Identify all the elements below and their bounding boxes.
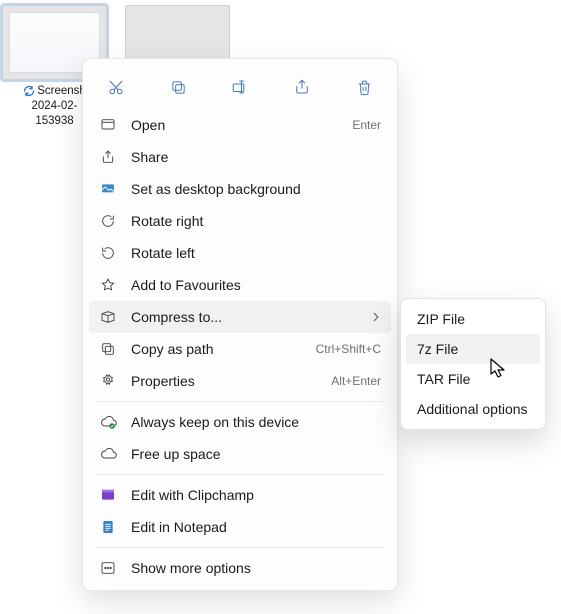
separator xyxy=(95,474,385,475)
menu-rotate-right[interactable]: Rotate right xyxy=(89,205,391,237)
context-toolbar xyxy=(89,65,391,109)
compress-icon xyxy=(99,308,117,326)
menu-shortcut: Alt+Enter xyxy=(331,374,381,388)
menu-add-favourite[interactable]: Add to Favourites xyxy=(89,269,391,301)
share-icon xyxy=(99,148,117,166)
menu-label: Share xyxy=(131,149,381,165)
menu-label: Always keep on this device xyxy=(131,414,381,430)
menu-set-wallpaper[interactable]: Set as desktop background xyxy=(89,173,391,205)
menu-label: Copy as path xyxy=(131,341,302,357)
menu-shortcut: Ctrl+Shift+C xyxy=(316,342,381,356)
properties-icon xyxy=(99,372,117,390)
menu-rotate-left[interactable]: Rotate left xyxy=(89,237,391,269)
separator xyxy=(95,401,385,402)
rotate-right-icon xyxy=(99,212,117,230)
notepad-icon xyxy=(99,518,117,536)
menu-label: Show more options xyxy=(131,560,381,576)
menu-label: Free up space xyxy=(131,446,381,462)
star-icon xyxy=(99,276,117,294)
context-menu: Open Enter Share Set as desktop backgrou… xyxy=(82,58,398,591)
cloud-icon xyxy=(99,445,117,463)
cut-button[interactable] xyxy=(98,73,134,101)
submenu-label: Additional options xyxy=(417,401,528,417)
submenu-zip[interactable]: ZIP File xyxy=(406,304,540,334)
menu-open[interactable]: Open Enter xyxy=(89,109,391,141)
share-button[interactable] xyxy=(284,73,320,101)
more-options-icon xyxy=(99,559,117,577)
submenu-label: TAR File xyxy=(417,371,470,387)
file-label: Screensh 2024-02- 153938 xyxy=(23,84,86,129)
menu-properties[interactable]: Properties Alt+Enter xyxy=(89,365,391,397)
menu-free-up-space[interactable]: Free up space xyxy=(89,438,391,470)
menu-label: Edit with Clipchamp xyxy=(131,487,381,503)
menu-label: Properties xyxy=(131,373,317,389)
delete-button[interactable] xyxy=(346,73,382,101)
menu-label: Add to Favourites xyxy=(131,277,381,293)
rotate-left-icon xyxy=(99,244,117,262)
menu-always-keep[interactable]: Always keep on this device xyxy=(89,406,391,438)
menu-label: Set as desktop background xyxy=(131,181,381,197)
menu-label: Rotate right xyxy=(131,213,381,229)
menu-share[interactable]: Share xyxy=(89,141,391,173)
chevron-right-icon xyxy=(371,312,381,322)
menu-compress[interactable]: Compress to... xyxy=(89,301,391,333)
open-icon xyxy=(99,116,117,134)
menu-show-more[interactable]: Show more options xyxy=(89,552,391,584)
rename-button[interactable] xyxy=(222,73,258,101)
menu-label: Edit in Notepad xyxy=(131,519,381,535)
menu-shortcut: Enter xyxy=(352,118,381,132)
submenu-additional[interactable]: Additional options xyxy=(406,394,540,424)
compress-submenu: ZIP File 7z File TAR File Additional opt… xyxy=(400,298,546,430)
copy-button[interactable] xyxy=(160,73,196,101)
separator xyxy=(95,547,385,548)
copy-path-icon xyxy=(99,340,117,358)
menu-label: Compress to... xyxy=(131,309,357,325)
submenu-label: ZIP File xyxy=(417,311,465,327)
sync-icon xyxy=(23,85,35,97)
submenu-label: 7z File xyxy=(417,341,458,357)
menu-label: Rotate left xyxy=(131,245,381,261)
menu-clipchamp[interactable]: Edit with Clipchamp xyxy=(89,479,391,511)
menu-copy-path[interactable]: Copy as path Ctrl+Shift+C xyxy=(89,333,391,365)
menu-notepad[interactable]: Edit in Notepad xyxy=(89,511,391,543)
submenu-7z[interactable]: 7z File xyxy=(406,334,540,364)
cloud-keep-icon xyxy=(99,413,117,431)
clipchamp-icon xyxy=(99,486,117,504)
wallpaper-icon xyxy=(99,180,117,198)
submenu-tar[interactable]: TAR File xyxy=(406,364,540,394)
menu-label: Open xyxy=(131,117,338,133)
